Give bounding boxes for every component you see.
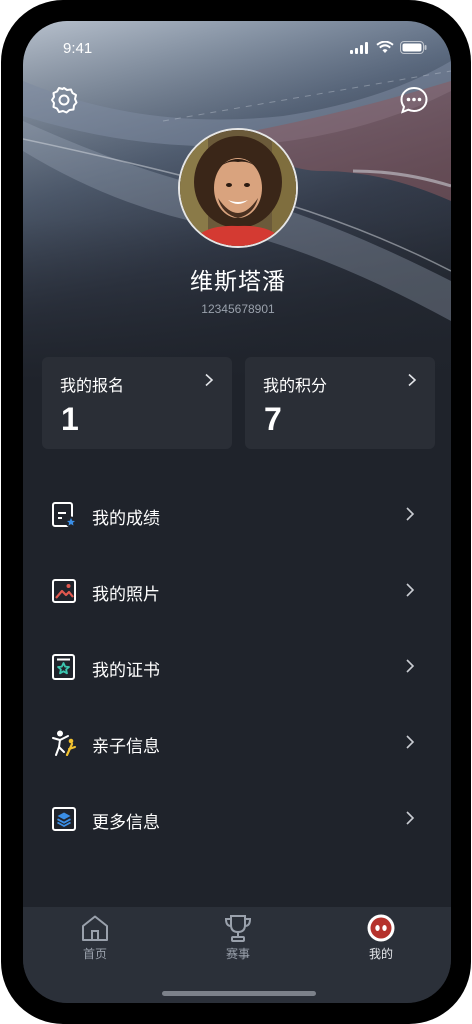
trophy-icon bbox=[224, 915, 252, 942]
tab-home[interactable]: 首页 bbox=[55, 913, 135, 962]
menu-item-certificates[interactable]: 我的证书 bbox=[23, 629, 451, 705]
card-value: 7 bbox=[264, 401, 282, 437]
home-icon bbox=[82, 915, 108, 941]
card-label: 我的积分 bbox=[263, 376, 328, 395]
card-label: 我的报名 bbox=[60, 376, 125, 395]
chevron-right-icon bbox=[408, 373, 417, 387]
card-value: 1 bbox=[61, 401, 79, 437]
menu-item-photos[interactable]: 我的照片 bbox=[23, 553, 451, 629]
profile-menu: 我的成绩 我的照片 我的证书 亲子信息 更多信息 bbox=[23, 477, 451, 857]
tab-mine[interactable]: 我的 bbox=[341, 913, 421, 962]
score-document-icon bbox=[52, 502, 77, 528]
tab-label: 首页 bbox=[82, 947, 107, 961]
message-button[interactable] bbox=[397, 83, 431, 117]
my-registrations-card[interactable]: 我的报名 1 bbox=[42, 357, 232, 449]
profile-name: 维斯塔潘 bbox=[190, 269, 286, 295]
menu-item-label: 更多信息 bbox=[92, 813, 160, 833]
avatar-photo bbox=[180, 130, 296, 246]
chevron-right-icon bbox=[406, 811, 415, 825]
menu-item-more-info[interactable]: 更多信息 bbox=[23, 781, 451, 857]
phone-frame: 9:41 维斯塔潘 12345678901 我的报名 1 我的积分 7 我的成绩… bbox=[1, 0, 471, 1024]
home-indicator bbox=[162, 991, 316, 996]
gear-icon bbox=[51, 87, 78, 114]
menu-item-label: 亲子信息 bbox=[92, 737, 160, 757]
menu-item-scores[interactable]: 我的成绩 bbox=[23, 477, 451, 553]
chevron-right-icon bbox=[406, 583, 415, 597]
tab-label: 我的 bbox=[368, 947, 393, 961]
tab-bar: 首页 赛事 我的 bbox=[23, 907, 451, 1003]
layers-icon bbox=[52, 807, 76, 831]
chevron-right-icon bbox=[406, 735, 415, 749]
avatar[interactable] bbox=[178, 128, 298, 248]
certificate-icon bbox=[52, 654, 75, 680]
status-time: 9:41 bbox=[63, 40, 93, 57]
tab-events[interactable]: 赛事 bbox=[198, 913, 278, 962]
screen: 9:41 维斯塔潘 12345678901 我的报名 1 我的积分 7 我的成绩… bbox=[23, 21, 451, 1003]
menu-item-label: 我的证书 bbox=[92, 661, 160, 681]
tab-label: 赛事 bbox=[225, 947, 250, 961]
mine-icon bbox=[367, 914, 395, 942]
chevron-right-icon bbox=[406, 659, 415, 673]
status-icons bbox=[350, 41, 427, 54]
cellular-signal-icon bbox=[350, 41, 368, 54]
battery-icon bbox=[400, 41, 427, 54]
menu-item-label: 我的照片 bbox=[92, 585, 160, 605]
settings-button[interactable] bbox=[47, 83, 81, 117]
profile-id: 12345678901 bbox=[201, 302, 275, 316]
menu-item-label: 我的成绩 bbox=[92, 509, 160, 529]
menu-item-parent-child[interactable]: 亲子信息 bbox=[23, 705, 451, 781]
chat-bubble-icon bbox=[400, 86, 428, 114]
status-bar: 9:41 bbox=[23, 21, 451, 71]
parent-child-icon bbox=[52, 730, 76, 756]
wifi-icon bbox=[376, 41, 394, 53]
chevron-right-icon bbox=[205, 373, 214, 387]
chevron-right-icon bbox=[406, 507, 415, 521]
photo-icon bbox=[52, 579, 76, 603]
my-points-card[interactable]: 我的积分 7 bbox=[245, 357, 435, 449]
